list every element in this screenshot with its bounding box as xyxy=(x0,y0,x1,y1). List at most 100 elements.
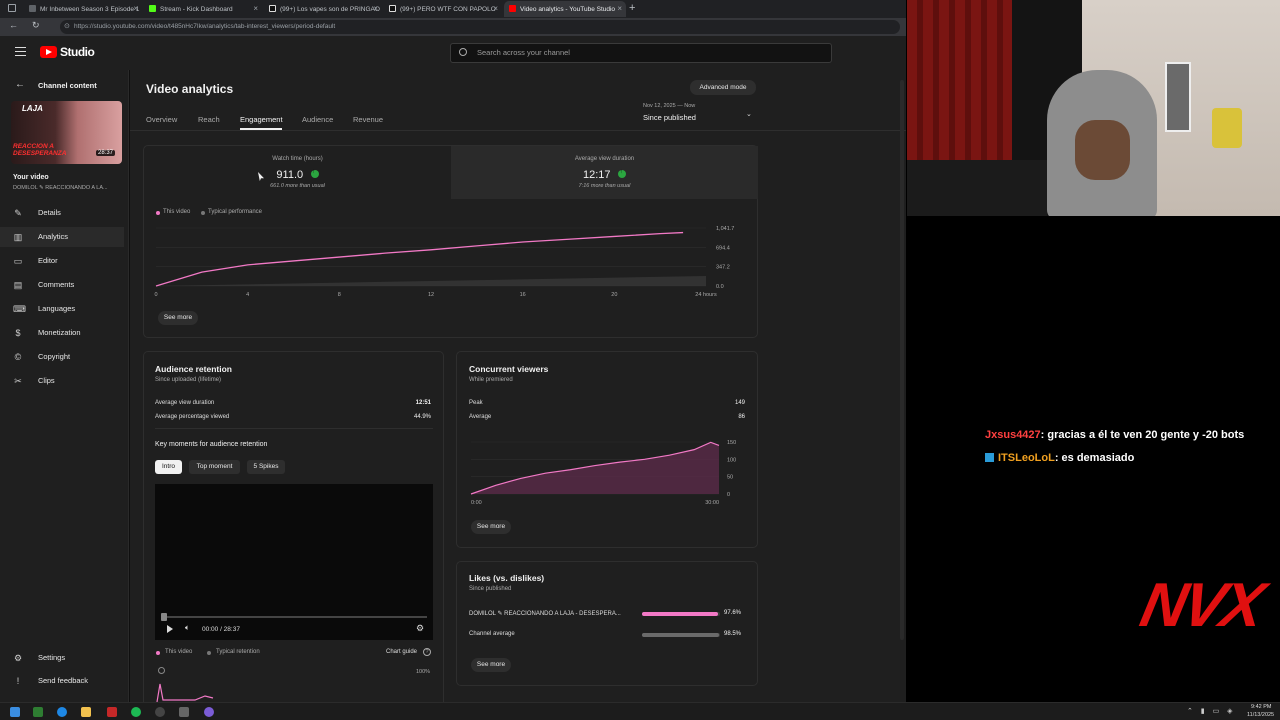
url-text: https://studio.youtube.com/video/t485nHc… xyxy=(74,23,336,30)
average-value: 86 xyxy=(738,414,745,420)
tab-revenue[interactable]: Revenue xyxy=(353,115,383,124)
sidebar-item-languages[interactable]: ⌨ Languages xyxy=(0,299,124,319)
help-icon[interactable]: ? xyxy=(423,648,431,656)
sidebar-item-monetization[interactable]: $ Monetization xyxy=(0,323,124,343)
chip-intro[interactable]: Intro xyxy=(155,460,182,474)
spotify-icon[interactable] xyxy=(131,707,141,717)
chip-spikes[interactable]: 5 Spikes xyxy=(247,460,285,474)
legend-typical: Typical performance xyxy=(208,209,263,215)
obs-icon[interactable] xyxy=(155,707,165,717)
back-icon[interactable]: ← xyxy=(9,20,18,30)
scrubber-track[interactable] xyxy=(163,616,427,618)
tab-audience[interactable]: Audience xyxy=(302,115,333,124)
x-tick-label: 0:00 xyxy=(471,500,482,506)
likes-bar-fill xyxy=(642,612,719,616)
y-tick-label: 0.0 xyxy=(716,284,724,290)
close-tab-icon[interactable]: × xyxy=(493,4,498,13)
close-tab-icon[interactable]: × xyxy=(617,4,622,13)
player-settings-icon[interactable]: ⚙ xyxy=(416,623,424,634)
tab-engagement[interactable]: Engagement xyxy=(240,115,283,124)
sidebar-item-feedback[interactable]: ! Send feedback xyxy=(0,671,124,691)
sidebar-item-clips[interactable]: ✂ Clips xyxy=(0,371,124,391)
sidebar-item-settings[interactable]: ⚙ Settings xyxy=(0,648,124,668)
video-editor-icon[interactable] xyxy=(107,707,117,717)
x-tick-label: 24 hours xyxy=(695,292,717,298)
volume-icon[interactable]: 🔈︎ xyxy=(185,623,190,633)
card-subtitle: Since published xyxy=(469,586,512,592)
close-tab-icon[interactable]: × xyxy=(133,4,138,13)
thumbnail-caption-text: REACCION A DESESPERANZA xyxy=(13,143,67,157)
search-input[interactable]: Search across your channel xyxy=(450,43,832,63)
close-tab-icon[interactable]: × xyxy=(373,4,378,13)
webcam-basket xyxy=(1212,108,1242,148)
sidebar-item-label: Send feedback xyxy=(38,676,89,685)
x-tick-label: 20 xyxy=(611,292,617,298)
advanced-mode-button[interactable]: Advanced mode xyxy=(690,80,756,95)
sidebar-item-analytics[interactable]: ▥ Analytics xyxy=(0,227,124,247)
metric-tab-watch-time[interactable]: Watch time (hours) 911.0 661.0 more than… xyxy=(144,146,451,199)
browser-tab[interactable]: Stream - Kick Dashboard × xyxy=(144,1,262,17)
date-range-dropdown[interactable]: Nov 12, 2025 — Now Since published ⌄ xyxy=(643,103,758,125)
see-more-button[interactable]: See more xyxy=(471,658,511,672)
window-menu-icon[interactable] xyxy=(8,4,16,12)
chrome-alt-icon[interactable] xyxy=(204,707,214,717)
chrome-icon[interactable] xyxy=(57,707,67,717)
sidebar-item-details[interactable]: ✎ Details xyxy=(0,203,124,223)
terminal-icon[interactable] xyxy=(33,707,43,717)
tab-title: (99+) PERO WTF CON PAPOLO xyxy=(400,5,496,13)
back-arrow-icon[interactable]: ← xyxy=(15,79,25,90)
metric-value: 911.0 xyxy=(276,169,304,181)
reload-icon[interactable]: ↻ xyxy=(32,20,40,31)
chart-guide-link[interactable]: Chart guide xyxy=(386,649,417,655)
x-tick-label: 0 xyxy=(154,292,157,298)
sidebar: ← Channel content LAJA REACCION A DESESP… xyxy=(0,70,129,702)
card-subtitle: Since uploaded (lifetime) xyxy=(155,377,222,383)
url-field[interactable]: ⊙ https://studio.youtube.com/video/t485n… xyxy=(60,20,900,34)
tab-title: Stream - Kick Dashboard xyxy=(160,5,233,13)
new-tab-icon[interactable]: + xyxy=(629,2,635,14)
chat-message: Jxsus4427: gracias a él te ven 20 gente … xyxy=(985,429,1244,441)
card-title: Concurrent viewers xyxy=(469,364,549,374)
file-explorer-icon[interactable] xyxy=(81,707,91,717)
tab-overview[interactable]: Overview xyxy=(146,115,177,124)
legend-typical-dot xyxy=(207,651,211,655)
browser-tab[interactable]: Mr Inbetween Season 3 Episode 1 × xyxy=(24,1,142,17)
site-info-icon[interactable]: ⊙ xyxy=(64,20,70,34)
settings-icon[interactable] xyxy=(179,707,189,717)
page-scrollbar[interactable] xyxy=(900,80,904,640)
youtube-logo-icon[interactable] xyxy=(40,46,57,58)
channel-content-link[interactable]: Channel content xyxy=(38,81,97,90)
sidebar-item-label: Copyright xyxy=(38,352,71,361)
avg-percentage-value: 44.9% xyxy=(413,414,431,420)
x-tick-label: 8 xyxy=(338,292,341,298)
video-thumbnail[interactable]: LAJA REACCION A DESESPERANZA 28:37 xyxy=(11,101,122,164)
tab-reach[interactable]: Reach xyxy=(198,115,220,124)
player-time: 00:00 / 28:37 xyxy=(202,626,240,633)
channel-average-value: 98.5% xyxy=(723,631,741,637)
webcam-desk-shadow xyxy=(907,160,1047,216)
browser-tab[interactable]: (99+) Los vapes son de PRINGAO × xyxy=(264,1,382,17)
video-player[interactable]: 🔈︎ 00:00 / 28:37 ⚙ xyxy=(155,484,433,640)
see-more-button[interactable]: See more xyxy=(158,311,198,325)
channel-average-bar-track xyxy=(642,633,720,637)
chip-top-moment[interactable]: Top moment xyxy=(189,460,240,474)
play-icon[interactable] xyxy=(167,625,173,633)
windows-start-icon[interactable] xyxy=(10,707,20,717)
chat-username: ITSLeoLoL xyxy=(998,452,1055,464)
see-more-button[interactable]: See more xyxy=(471,520,511,534)
sidebar-item-copyright[interactable]: © Copyright xyxy=(0,347,124,367)
hamburger-menu-icon[interactable] xyxy=(15,47,26,56)
metric-tab-avg-view-duration[interactable]: Average view duration 12:17 7:16 more th… xyxy=(451,146,758,199)
sidebar-item-editor[interactable]: ▭ Editor xyxy=(0,251,124,271)
scrubber-handle[interactable] xyxy=(161,613,167,621)
legend-this-video-dot xyxy=(156,651,160,655)
sidebar-item-label: Analytics xyxy=(38,232,69,241)
dollar-icon: $ xyxy=(15,328,21,338)
sidebar-item-comments[interactable]: ▤ Comments xyxy=(0,275,124,295)
tray-icons[interactable]: ⌃ ▮ ▭ ◈ xyxy=(1187,707,1236,715)
browser-tab[interactable]: (99+) PERO WTF CON PAPOLO × xyxy=(384,1,502,17)
browser-tab-active[interactable]: Video analytics - YouTube Studio × xyxy=(504,1,626,17)
tab-favicon-icon xyxy=(29,5,36,12)
close-tab-icon[interactable]: × xyxy=(253,4,258,13)
your-video-label: Your video xyxy=(13,174,49,181)
